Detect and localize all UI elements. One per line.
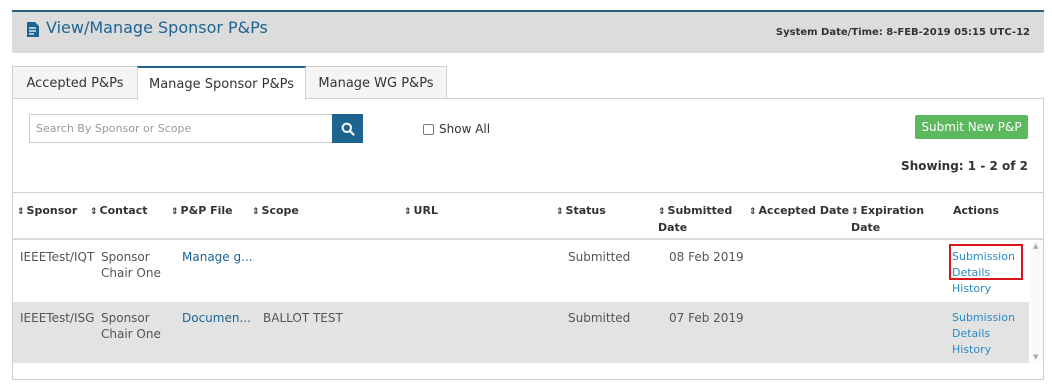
scroll-up-icon[interactable]: ▲ [1033, 242, 1038, 250]
submit-new-pp-button[interactable]: Submit New P&P [915, 115, 1028, 139]
column-header-pp-file[interactable]: ⇕ P&P File [171, 203, 233, 220]
cell-status: Submitted [568, 250, 631, 264]
column-header-submitted-date[interactable]: ⇕ Submitted Date [658, 203, 738, 235]
cell-sponsor: IEEETest/ISG [20, 311, 95, 325]
cell-actions: Submission Details History [952, 310, 1022, 358]
cell-status: Submitted [568, 311, 631, 325]
tab-manage-sponsor-pps[interactable]: Manage Sponsor P&Ps [137, 66, 306, 100]
table-header: ⇕ Sponsor ⇕ Contact ⇕ P&P File ⇕ Scope ⇕ URL … [13, 192, 1043, 240]
tab-panel: Show All Submit New P&P Showing: 1 - 2 o… [12, 98, 1044, 380]
cell-sponsor: IEEETest/IQT [20, 250, 95, 264]
column-header-expiration-date[interactable]: ⇕ Expiration Date [851, 203, 931, 235]
search-button[interactable] [332, 114, 363, 143]
system-datetime: System Date/Time: 8-FEB-2019 05:15 UTC-1… [775, 27, 1030, 38]
search-group [29, 114, 363, 143]
search-input[interactable] [29, 114, 333, 143]
column-header-contact[interactable]: ⇕ Contact [90, 203, 147, 220]
sort-icon: ⇕ [404, 207, 412, 217]
history-link[interactable]: History [952, 342, 1022, 358]
tab-manage-wg-pps[interactable]: Manage WG P&Ps [305, 66, 447, 99]
vertical-scrollbar[interactable]: ▲ ▼ [1031, 241, 1043, 363]
show-all-toggle[interactable]: Show All [423, 122, 490, 136]
results-count: Showing: 1 - 2 of 2 [901, 159, 1028, 173]
cell-submitted-date: 08 Feb 2019 [669, 250, 744, 264]
sort-icon: ⇕ [851, 207, 859, 217]
column-header-actions: Actions [953, 204, 999, 217]
sort-icon: ⇕ [252, 207, 260, 217]
cell-pp-file-link[interactable]: Documen... [182, 310, 251, 326]
cell-scope: BALLOT TEST [263, 311, 343, 325]
column-header-url[interactable]: ⇕ URL [404, 203, 438, 220]
table-row: IEEETest/IQT Sponsor Chair One Manage g.… [13, 241, 1029, 302]
cell-submitted-date: 07 Feb 2019 [669, 311, 744, 325]
highlight-annotation [949, 244, 1023, 280]
column-header-status[interactable]: ⇕ Status [556, 203, 606, 220]
page-title: View/Manage Sponsor P&Ps [46, 18, 268, 37]
sort-icon: ⇕ [171, 207, 179, 217]
submission-details-link[interactable]: Submission Details [952, 310, 1022, 342]
sort-icon: ⇕ [658, 207, 666, 217]
sort-icon: ⇕ [17, 207, 25, 217]
column-header-accepted-date[interactable]: ⇕ Accepted Date [749, 203, 849, 220]
table-row: IEEETest/ISG Sponsor Chair One Documen..… [13, 302, 1029, 363]
sort-icon: ⇕ [556, 207, 564, 217]
cell-contact: Sponsor Chair One [101, 311, 161, 341]
column-header-sponsor[interactable]: ⇕ Sponsor [17, 203, 77, 220]
show-all-checkbox[interactable] [423, 123, 434, 135]
tab-accepted-pps[interactable]: Accepted P&Ps [12, 66, 138, 99]
cell-contact: Sponsor Chair One [101, 250, 161, 280]
history-link[interactable]: History [952, 281, 1022, 297]
sort-icon: ⇕ [749, 207, 757, 217]
page-header: View/Manage Sponsor P&Ps System Date/Tim… [12, 10, 1044, 53]
search-icon [341, 122, 355, 136]
document-edit-icon [27, 22, 39, 37]
sort-icon: ⇕ [90, 207, 98, 217]
show-all-label: Show All [439, 122, 491, 136]
column-header-scope[interactable]: ⇕ Scope [252, 203, 299, 220]
cell-pp-file-link[interactable]: Manage g... [182, 249, 253, 265]
scroll-down-icon[interactable]: ▼ [1033, 353, 1038, 361]
